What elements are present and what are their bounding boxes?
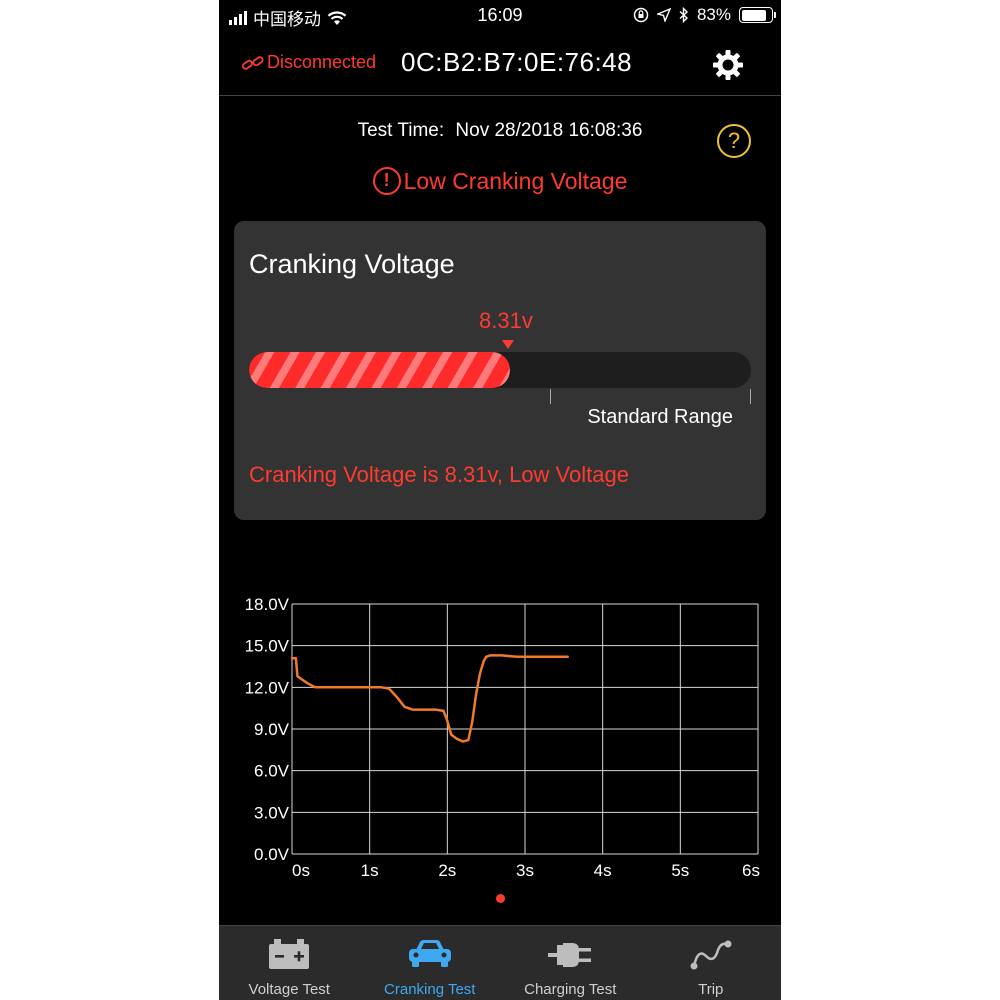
battery-percent: 83% — [696, 5, 731, 24]
page-indicator-dot[interactable] — [496, 894, 505, 903]
connection-status-label: Disconnected — [267, 52, 377, 72]
status-right: 83% — [633, 5, 776, 25]
chart-x-tick-label: 5s — [671, 861, 689, 880]
chart-x-tick-label: 6s — [742, 861, 760, 880]
chart-y-tick-label: 3.0V — [254, 803, 290, 822]
chart-y-tick-label: 15.0V — [245, 637, 290, 656]
gear-icon[interactable] — [711, 48, 745, 82]
phone-screen: 中国移动 16:09 83% Disconnected 0C:B2:B7:0E:… — [219, 0, 781, 1000]
broken-link-icon — [242, 55, 264, 70]
plug-icon — [548, 943, 592, 967]
gauge-pointer — [502, 340, 514, 349]
chart-x-tick-label: 1s — [361, 861, 379, 880]
tab-trip[interactable]: Trip — [641, 926, 782, 1000]
status-bar: 中国移动 16:09 83% — [219, 0, 781, 32]
chart-x-tick-label: 3s — [516, 861, 534, 880]
test-time-label: Test Time: — [357, 120, 445, 141]
chart-x-tick-label: 4s — [594, 861, 612, 880]
battery-icon — [269, 939, 310, 969]
card-title: Cranking Voltage — [249, 249, 455, 279]
status-alert: ! Low Cranking Voltage — [219, 167, 781, 195]
tab-label: Cranking Test — [384, 981, 476, 998]
top-header: Disconnected 0C:B2:B7:0E:76:48 — [219, 36, 781, 96]
chart-y-tick-label: 9.0V — [254, 720, 290, 739]
voltage-message: Cranking Voltage is 8.31v, Low Voltage — [249, 462, 629, 487]
bluetooth-icon — [679, 7, 688, 23]
cranking-voltage-chart: 0.0V 3.0V 6.0V 9.0V 12.0V 15.0V 18.0V 0s 1s 2s 3s 4… — [245, 595, 760, 880]
location-icon — [656, 8, 671, 22]
chart-y-tick-label: 0.0V — [254, 845, 290, 864]
device-mac-address: 0C:B2:B7:0E:76:48 — [401, 47, 633, 77]
range-start-tick — [550, 389, 551, 404]
battery-icon — [739, 7, 776, 23]
chart-y-tick-label: 6.0V — [254, 762, 290, 781]
tab-voltage-test[interactable]: Voltage Test — [219, 926, 360, 1000]
chart-x-tick-label: 2s — [438, 861, 456, 880]
voltage-gauge — [249, 352, 751, 388]
range-end-tick — [750, 389, 751, 404]
route-icon — [690, 940, 732, 970]
orientation-lock-icon — [633, 7, 649, 23]
voltage-gauge-fill — [249, 352, 511, 388]
status-alert-text: Low Cranking Voltage — [403, 167, 628, 194]
chart-y-tick-label: 18.0V — [245, 595, 290, 614]
tab-label: Trip — [698, 981, 724, 998]
connection-status[interactable]: Disconnected — [241, 52, 376, 73]
car-icon — [408, 940, 451, 967]
cranking-voltage-card: Cranking Voltage 8.31v Standard Range Cr… — [234, 221, 766, 520]
test-time: Test Time: Nov 28/2018 16:08:36 — [219, 120, 781, 142]
tab-label: Voltage Test — [248, 981, 330, 998]
help-icon[interactable]: ? — [717, 124, 751, 158]
battery-fill — [741, 9, 766, 21]
tab-cranking-test[interactable]: Cranking Test — [360, 926, 501, 1000]
tab-bar: Voltage Test Cranking Test Charging Test… — [219, 925, 781, 1000]
test-time-value: Nov 28/2018 16:08:36 — [455, 120, 643, 141]
chart-y-tick-label: 12.0V — [245, 678, 290, 697]
chart-x-tick-label: 0s — [292, 861, 310, 880]
standard-range-label: Standard Range — [587, 406, 733, 428]
tab-charging-test[interactable]: Charging Test — [500, 926, 641, 1000]
gauge-value: 8.31v — [479, 308, 533, 333]
alert-icon: ! — [372, 167, 401, 195]
tab-label: Charging Test — [524, 981, 617, 998]
